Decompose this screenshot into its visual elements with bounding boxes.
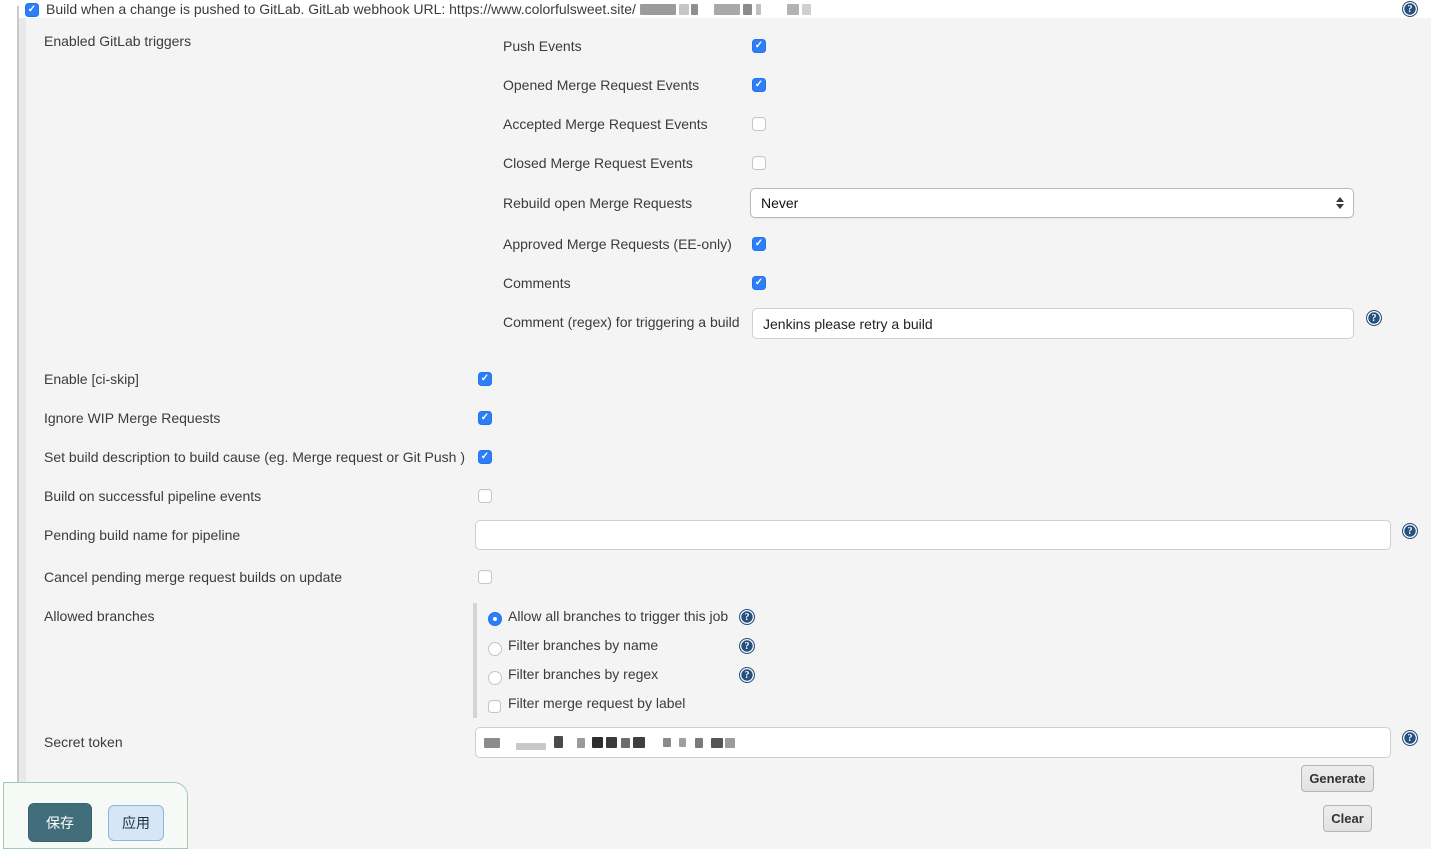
pipeline-events-label: Build on successful pipeline events xyxy=(44,488,261,504)
generate-button[interactable]: Generate xyxy=(1301,765,1374,792)
opened-mr-events-checkbox[interactable] xyxy=(752,78,766,92)
closed-mr-events-label: Closed Merge Request Events xyxy=(503,155,693,171)
opened-mr-events-label: Opened Merge Request Events xyxy=(503,77,699,93)
ci-skip-checkbox[interactable] xyxy=(478,372,492,386)
pending-build-name-label: Pending build name for pipeline xyxy=(44,527,240,543)
enabled-triggers-label: Enabled GitLab triggers xyxy=(44,33,191,49)
ignore-wip-checkbox[interactable] xyxy=(478,411,492,425)
rebuild-open-mr-select[interactable]: Never xyxy=(750,188,1354,218)
allow-all-branches-radio[interactable] xyxy=(488,612,502,626)
filter-branches-by-name-radio[interactable] xyxy=(488,642,502,656)
comment-regex-input[interactable] xyxy=(752,308,1354,339)
comments-label: Comments xyxy=(503,275,571,291)
help-icon[interactable] xyxy=(739,667,755,683)
ci-skip-label: Enable [ci-skip] xyxy=(44,371,139,387)
push-events-checkbox[interactable] xyxy=(752,39,766,53)
ignore-wip-label: Ignore WIP Merge Requests xyxy=(44,410,220,426)
rebuild-open-mr-label: Rebuild open Merge Requests xyxy=(503,195,692,211)
filter-branches-by-name-label: Filter branches by name xyxy=(508,637,658,653)
apply-button[interactable]: 应用 xyxy=(108,805,164,841)
pending-build-name-input[interactable] xyxy=(475,520,1391,550)
filter-mr-by-label-label: Filter merge request by label xyxy=(508,695,685,711)
closed-mr-events-checkbox[interactable] xyxy=(752,156,766,170)
section-indent-shade xyxy=(19,18,26,782)
help-icon[interactable] xyxy=(1402,1,1418,17)
approved-mr-label: Approved Merge Requests (EE-only) xyxy=(503,236,732,252)
approved-mr-checkbox[interactable] xyxy=(752,237,766,251)
push-events-label: Push Events xyxy=(503,38,582,54)
build-description-checkbox[interactable] xyxy=(478,450,492,464)
build-description-label: Set build description to build cause (eg… xyxy=(44,449,465,465)
allow-all-branches-label: Allow all branches to trigger this job xyxy=(508,608,728,624)
pipeline-events-checkbox[interactable] xyxy=(478,489,492,503)
filter-mr-by-label-checkbox[interactable] xyxy=(488,700,501,713)
secret-token-input[interactable] xyxy=(475,727,1391,758)
webhook-url-redacted xyxy=(640,4,811,15)
cancel-pending-checkbox[interactable] xyxy=(478,570,492,584)
help-icon[interactable] xyxy=(1402,523,1418,539)
filter-branches-by-regex-radio[interactable] xyxy=(488,671,502,685)
filter-branches-by-regex-label: Filter branches by regex xyxy=(508,666,658,682)
help-icon[interactable] xyxy=(1366,310,1382,326)
select-stepper-icon xyxy=(1336,197,1344,209)
comments-checkbox[interactable] xyxy=(752,276,766,290)
secret-token-redacted xyxy=(484,737,735,749)
build-when-pushed-checkbox[interactable] xyxy=(25,3,39,17)
comment-regex-label: Comment (regex) for triggering a build xyxy=(503,314,740,330)
allowed-branches-label: Allowed branches xyxy=(44,608,155,624)
trigger-config-panel xyxy=(19,18,1431,849)
secret-token-label: Secret token xyxy=(44,734,123,750)
allowed-branches-indent-line xyxy=(473,603,477,718)
accepted-mr-events-checkbox[interactable] xyxy=(752,117,766,131)
clear-button[interactable]: Clear xyxy=(1323,805,1372,832)
rebuild-open-mr-selected-value: Never xyxy=(761,195,798,211)
accepted-mr-events-label: Accepted Merge Request Events xyxy=(503,116,708,132)
help-icon[interactable] xyxy=(1402,730,1418,746)
build-when-pushed-label: Build when a change is pushed to GitLab.… xyxy=(46,1,636,17)
cancel-pending-label: Cancel pending merge request builds on u… xyxy=(44,569,342,585)
help-icon[interactable] xyxy=(739,609,755,625)
save-button[interactable]: 保存 xyxy=(28,803,92,842)
help-icon[interactable] xyxy=(739,638,755,654)
build-when-pushed-row: Build when a change is pushed to GitLab.… xyxy=(46,0,811,18)
